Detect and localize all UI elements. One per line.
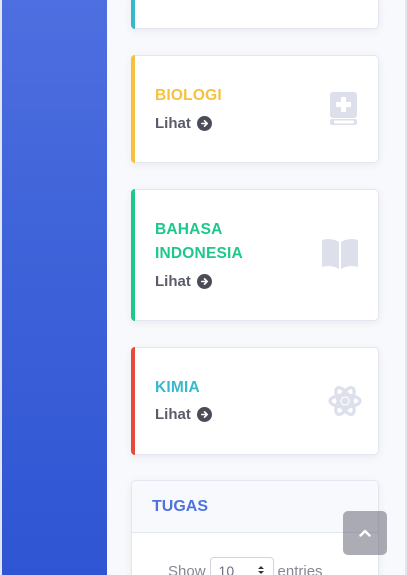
card-accent <box>131 0 135 29</box>
entries-select-value: 10 <box>218 563 235 575</box>
entries-length-control: Show 10 entries <box>168 557 323 575</box>
card-title-bahasa: BAHASA <box>155 221 223 238</box>
scroll-to-top-button[interactable] <box>343 511 387 555</box>
select-arrows-icon <box>257 563 265 575</box>
atom-icon <box>328 384 362 423</box>
tugas-header: TUGAS <box>132 481 378 533</box>
lihat-label: Lihat <box>155 273 191 290</box>
medical-book-icon <box>329 92 359 131</box>
lihat-link-kimia[interactable]: Lihat <box>155 406 212 423</box>
chevron-up-icon <box>359 524 371 542</box>
lihat-link-bahasa-indonesia[interactable]: Lihat <box>155 273 212 290</box>
lihat-label: Lihat <box>155 115 191 132</box>
arrow-right-circle-icon <box>196 407 212 422</box>
open-book-icon <box>321 238 359 275</box>
tugas-card: TUGAS Show 10 entries <box>131 480 379 575</box>
card-biologi: BIOLOGI Lihat <box>131 55 379 163</box>
card-accent <box>131 55 135 163</box>
entries-select[interactable]: 10 <box>209 557 274 575</box>
card-previous <box>131 0 379 29</box>
card-title-biologi: BIOLOGI <box>155 87 222 104</box>
arrow-right-circle-icon <box>196 116 212 131</box>
card-kimia: KIMIA Lihat <box>131 347 379 455</box>
card-title-kimia: KIMIA <box>155 379 200 396</box>
card-bahasa-indonesia: BAHASA INDONESIA Lihat <box>131 189 379 321</box>
show-label: Show <box>168 562 206 575</box>
arrow-right-circle-icon <box>196 274 212 289</box>
card-accent <box>131 189 135 321</box>
lihat-link-biologi[interactable]: Lihat <box>155 115 212 132</box>
lihat-label: Lihat <box>155 406 191 423</box>
sidebar <box>2 0 107 575</box>
card-accent <box>131 347 135 455</box>
tugas-title: TUGAS <box>152 497 208 515</box>
entries-label: entries <box>277 562 323 575</box>
card-title-indonesia: INDONESIA <box>155 245 243 262</box>
